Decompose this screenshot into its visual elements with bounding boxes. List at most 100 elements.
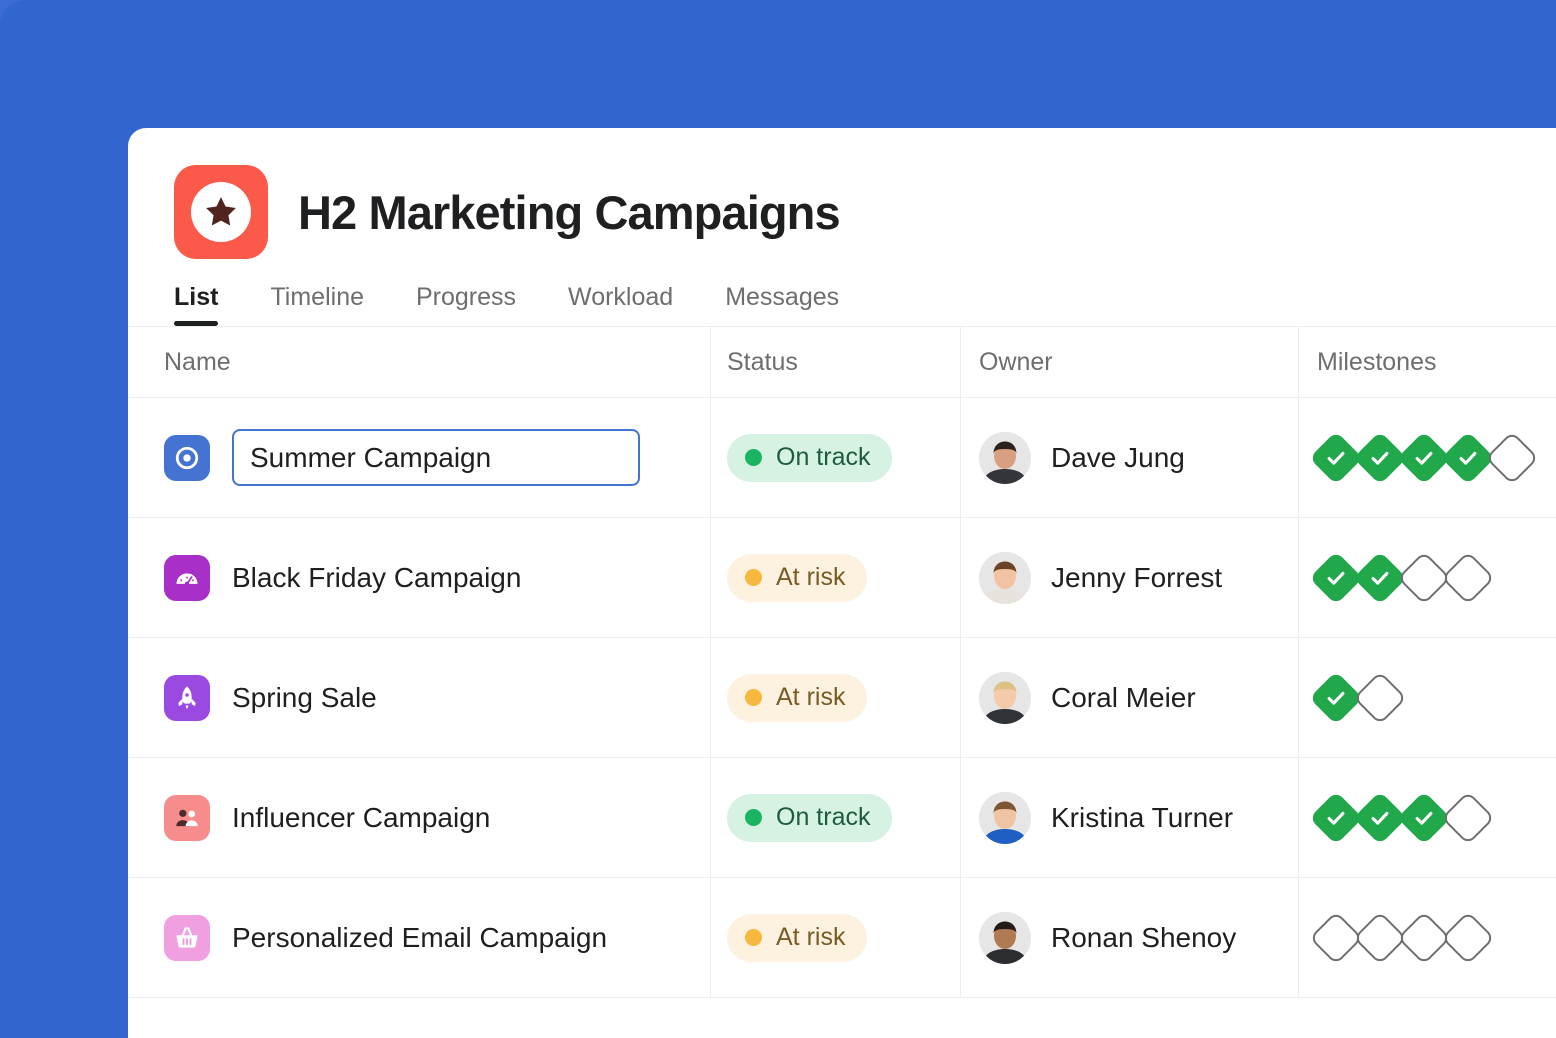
milestone-incomplete-icon[interactable] <box>1441 790 1495 845</box>
table-header-row: Name Status Owner Milestones <box>128 327 1556 398</box>
cell-milestones <box>1298 878 1556 997</box>
owner-name[interactable]: Jenny Forrest <box>1051 562 1222 594</box>
avatar[interactable] <box>979 671 1031 724</box>
status-badge[interactable]: At risk <box>727 913 868 962</box>
task-table: Name Status Owner Milestones Summer Camp… <box>128 326 1556 998</box>
milestone-group <box>1309 550 1495 605</box>
milestone-incomplete-icon[interactable] <box>1441 910 1495 965</box>
people-icon[interactable] <box>164 794 210 841</box>
cell-name: Spring Sale <box>128 638 710 757</box>
cell-name: Personalized Email Campaign <box>128 878 710 997</box>
milestone-complete-icon[interactable] <box>1353 790 1407 845</box>
milestone-complete-icon[interactable] <box>1397 430 1451 485</box>
status-dot-icon <box>745 809 762 826</box>
avatar[interactable] <box>979 791 1031 844</box>
owner-name[interactable]: Ronan Shenoy <box>1051 922 1236 954</box>
milestone-incomplete-icon[interactable] <box>1353 670 1407 725</box>
table-row[interactable]: Personalized Email Campaign At risk Ronan … <box>128 878 1556 998</box>
project-card: H2 Marketing Campaigns List Timeline Pro… <box>128 128 1556 1038</box>
owner-name[interactable]: Dave Jung <box>1051 442 1185 474</box>
cell-owner: Jenny Forrest <box>960 518 1298 637</box>
milestone-complete-icon[interactable] <box>1309 670 1363 725</box>
tab-bar: List Timeline Progress Workload Messages <box>128 258 1556 326</box>
milestone-complete-icon[interactable] <box>1353 430 1407 485</box>
shopping-basket-icon[interactable] <box>164 914 210 961</box>
project-header: H2 Marketing Campaigns <box>128 128 1556 259</box>
milestone-complete-icon[interactable] <box>1397 790 1451 845</box>
column-header-name[interactable]: Name <box>128 327 710 397</box>
cell-name: Summer Campaign <box>128 398 710 517</box>
cell-status: At risk <box>710 878 960 997</box>
status-dot-icon <box>745 689 762 706</box>
page-title: H2 Marketing Campaigns <box>298 185 841 239</box>
milestone-group <box>1309 790 1495 845</box>
cell-status: On track <box>710 398 960 517</box>
status-badge[interactable]: At risk <box>727 673 868 722</box>
status-dot-icon <box>745 929 762 946</box>
cell-name: Black Friday Campaign <box>128 518 710 637</box>
status-dot-icon <box>745 449 762 466</box>
status-label: On track <box>776 443 871 471</box>
milestone-incomplete-icon[interactable] <box>1485 430 1539 485</box>
cell-owner: Kristina Turner <box>960 758 1298 877</box>
status-label: At risk <box>776 683 846 711</box>
cell-status: At risk <box>710 638 960 757</box>
cell-status: At risk <box>710 518 960 637</box>
cell-owner: Dave Jung <box>960 398 1298 517</box>
status-badge[interactable]: At risk <box>727 553 868 602</box>
milestone-complete-icon[interactable] <box>1309 430 1363 485</box>
milestone-incomplete-icon[interactable] <box>1353 910 1407 965</box>
status-label: At risk <box>776 923 846 951</box>
avatar[interactable] <box>979 551 1031 604</box>
rocket-icon[interactable] <box>164 674 210 721</box>
avatar[interactable] <box>979 431 1031 484</box>
milestone-group <box>1309 910 1495 965</box>
milestone-incomplete-icon[interactable] <box>1309 910 1363 965</box>
milestone-complete-icon[interactable] <box>1353 550 1407 605</box>
status-label: On track <box>776 803 871 831</box>
task-name-label[interactable]: Influencer Campaign <box>232 802 490 834</box>
milestone-group <box>1309 430 1539 485</box>
avatar[interactable] <box>979 911 1031 964</box>
tab-timeline[interactable]: Timeline <box>244 283 390 326</box>
milestone-group <box>1309 670 1407 725</box>
status-label: At risk <box>776 563 846 591</box>
milestone-complete-icon[interactable] <box>1309 790 1363 845</box>
owner-name[interactable]: Kristina Turner <box>1051 802 1233 834</box>
cell-milestones <box>1298 638 1556 757</box>
task-name-input[interactable]: Summer Campaign <box>232 429 640 486</box>
tab-messages[interactable]: Messages <box>699 283 865 326</box>
table-row[interactable]: Black Friday Campaign At risk Jenny Forres… <box>128 518 1556 638</box>
status-badge[interactable]: On track <box>727 793 893 842</box>
table-row[interactable]: Influencer Campaign On track Kristina Turn… <box>128 758 1556 878</box>
status-badge[interactable]: On track <box>727 433 893 482</box>
table-row[interactable]: Spring Sale At risk Coral Meier <box>128 638 1556 758</box>
table-row[interactable]: Summer Campaign On track Dave Jung <box>128 398 1556 518</box>
task-name-value: Summer Campaign <box>250 441 492 473</box>
tab-workload[interactable]: Workload <box>542 283 699 326</box>
milestone-incomplete-icon[interactable] <box>1397 910 1451 965</box>
star-icon <box>174 165 268 259</box>
task-name-label[interactable]: Spring Sale <box>232 682 377 714</box>
cell-name: Influencer Campaign <box>128 758 710 877</box>
cell-milestones <box>1298 518 1556 637</box>
column-header-milestones[interactable]: Milestones <box>1298 327 1556 397</box>
task-name-label[interactable]: Black Friday Campaign <box>232 562 521 594</box>
cell-status: On track <box>710 758 960 877</box>
milestone-complete-icon[interactable] <box>1309 550 1363 605</box>
milestone-incomplete-icon[interactable] <box>1397 550 1451 605</box>
status-dot-icon <box>745 569 762 586</box>
cell-owner: Ronan Shenoy <box>960 878 1298 997</box>
cell-milestones <box>1298 758 1556 877</box>
speedometer-icon[interactable] <box>164 554 210 601</box>
target-icon[interactable] <box>164 434 210 481</box>
milestone-complete-icon[interactable] <box>1441 430 1495 485</box>
tab-list[interactable]: List <box>174 283 244 326</box>
tab-progress[interactable]: Progress <box>390 283 542 326</box>
column-header-status[interactable]: Status <box>710 327 960 397</box>
milestone-incomplete-icon[interactable] <box>1441 550 1495 605</box>
task-name-label[interactable]: Personalized Email Campaign <box>232 922 607 954</box>
owner-name[interactable]: Coral Meier <box>1051 682 1196 714</box>
column-header-owner[interactable]: Owner <box>960 327 1298 397</box>
cell-milestones <box>1298 398 1556 517</box>
